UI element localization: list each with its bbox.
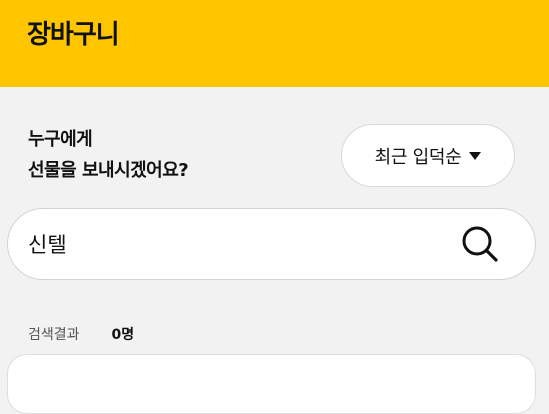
prompt-line-1: 누구에게 bbox=[28, 129, 93, 150]
page-title: 장바구니 bbox=[27, 20, 120, 50]
search-result-summary: 검색결과 0명 bbox=[28, 324, 134, 344]
result-count: 0명 bbox=[111, 327, 135, 343]
search-box[interactable] bbox=[7, 208, 536, 280]
search-input[interactable] bbox=[28, 223, 448, 265]
result-list-card bbox=[7, 354, 536, 414]
result-label: 검색결과 bbox=[28, 327, 80, 343]
caret-down-icon bbox=[469, 151, 482, 160]
sort-label: 최근 입덕순 bbox=[374, 146, 462, 168]
recipient-prompt: 누구에게 선물을 보내시겠어요? bbox=[28, 124, 189, 186]
prompt-line-2: 선물을 보내시겠어요? bbox=[28, 160, 189, 181]
app-header: 장바구니 bbox=[0, 0, 549, 87]
sort-dropdown-button[interactable]: 최근 입덕순 bbox=[341, 124, 515, 187]
search-icon[interactable] bbox=[460, 225, 500, 265]
